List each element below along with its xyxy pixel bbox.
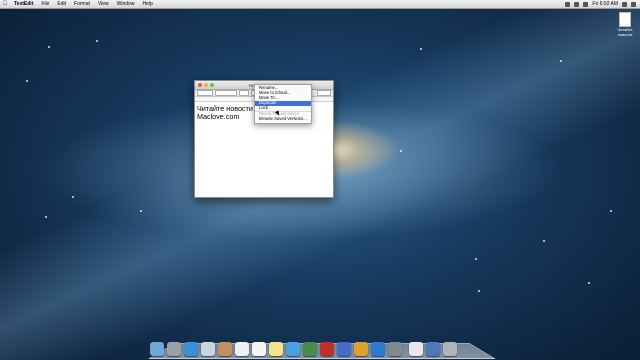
document-icon xyxy=(619,12,631,27)
desktop-file-label: Читайте новости xyxy=(617,27,633,37)
star xyxy=(475,258,477,260)
spotlight-icon[interactable] xyxy=(622,1,627,7)
launchpad-icon[interactable] xyxy=(167,342,181,356)
star xyxy=(610,210,612,212)
desktop-file[interactable]: Читайте новости xyxy=(614,12,636,37)
dock xyxy=(150,338,492,356)
menu-bar:  TextEdit File Edit Format View Window … xyxy=(0,0,640,9)
downloads-icon[interactable] xyxy=(426,342,440,356)
facetime-icon[interactable] xyxy=(303,342,317,356)
notification-center-icon[interactable] xyxy=(631,1,636,7)
star xyxy=(543,240,545,242)
spacing-popup[interactable] xyxy=(317,90,331,96)
volume-icon[interactable] xyxy=(574,1,580,7)
star xyxy=(400,150,402,152)
ibooks-icon[interactable] xyxy=(354,342,368,356)
menu-format[interactable]: Format xyxy=(70,1,94,7)
messages-icon[interactable] xyxy=(286,342,300,356)
mail-icon[interactable] xyxy=(201,342,215,356)
star xyxy=(560,60,562,62)
star xyxy=(45,216,47,218)
menu-help[interactable]: Help xyxy=(138,1,156,7)
finder-icon[interactable] xyxy=(150,342,164,356)
star xyxy=(48,46,50,48)
app-store-icon[interactable] xyxy=(371,342,385,356)
document-title-menu: Rename... Move to iCloud... Move To... D… xyxy=(254,84,312,125)
star xyxy=(588,282,590,284)
star xyxy=(72,196,74,198)
star xyxy=(478,290,480,292)
reminders-icon[interactable] xyxy=(252,342,266,356)
style-popup[interactable] xyxy=(197,90,213,96)
menu-file[interactable]: File xyxy=(37,1,53,7)
menu-item-lock[interactable]: Lock xyxy=(255,105,311,111)
font-popup[interactable] xyxy=(215,90,237,96)
trash-icon[interactable] xyxy=(443,342,457,356)
wifi-icon[interactable] xyxy=(565,1,571,7)
calendar-icon[interactable] xyxy=(235,342,249,356)
menu-window[interactable]: Window xyxy=(113,1,139,7)
photo-booth-icon[interactable] xyxy=(320,342,334,356)
menu-app-name[interactable]: TextEdit xyxy=(10,1,37,7)
notes-icon[interactable] xyxy=(269,342,283,356)
safari-icon[interactable] xyxy=(184,342,198,356)
menu-item-browse-versions[interactable]: Browse Saved Versions... xyxy=(255,116,311,122)
textedit-icon[interactable] xyxy=(409,342,423,356)
star xyxy=(140,210,142,212)
input-source-icon[interactable] xyxy=(583,1,589,7)
star xyxy=(26,80,28,82)
star xyxy=(420,48,422,50)
font-size-popup[interactable] xyxy=(239,90,249,96)
apple-menu-icon[interactable]:  xyxy=(0,1,10,7)
star xyxy=(96,40,98,42)
menu-view[interactable]: View xyxy=(94,1,113,7)
system-preferences-icon[interactable] xyxy=(388,342,402,356)
menu-clock[interactable]: Fri 6:02 AM xyxy=(592,1,618,7)
menu-edit[interactable]: Edit xyxy=(53,1,70,7)
contacts-icon[interactable] xyxy=(218,342,232,356)
itunes-icon[interactable] xyxy=(337,342,351,356)
